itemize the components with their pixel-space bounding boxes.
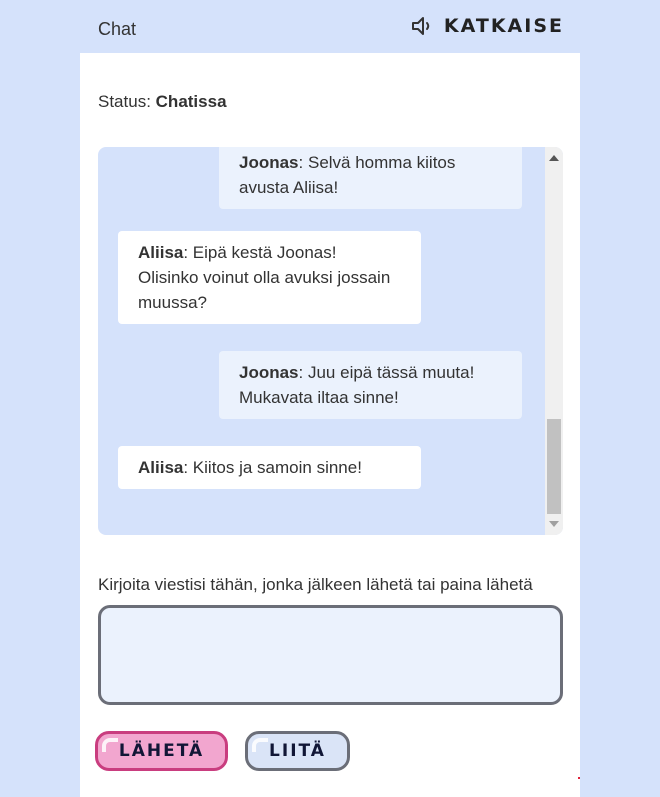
message-bubble: Joonas: Selvä homma kiitos avusta Aliisa…: [219, 147, 522, 209]
message-bubble: Aliisa: Kiitos ja samoin sinne!: [118, 446, 421, 489]
chat-panel: Chat KATKAISE Status: Chatissa Joonas: S…: [80, 0, 580, 797]
chat-body: Status: Chatissa Joonas: Selvä homma kii…: [80, 53, 580, 797]
scroll-up-arrow-icon[interactable]: [549, 155, 559, 161]
message-input[interactable]: [98, 605, 563, 705]
send-button-label: LÄHETÄ: [118, 741, 205, 761]
speaker-icon: [411, 17, 430, 35]
attach-button[interactable]: LIITÄ: [245, 731, 350, 771]
scroll-down-arrow-icon[interactable]: [549, 521, 559, 527]
message-bubble: Aliisa: Eipä kestä Joonas! Olisinko voin…: [118, 231, 421, 324]
message-sender: Joonas: [239, 363, 299, 382]
attach-button-label: LIITÄ: [269, 741, 326, 761]
cursor-marker: [578, 777, 580, 779]
status-label: Status:: [98, 92, 151, 111]
message-sender: Aliisa: [138, 458, 184, 477]
chat-header: Chat KATKAISE: [80, 0, 580, 53]
end-chat-button[interactable]: KATKAISE: [410, 12, 564, 40]
status-value: Chatissa: [155, 92, 227, 111]
message-sender: Aliisa: [138, 243, 184, 262]
send-button[interactable]: LÄHETÄ: [95, 731, 228, 771]
end-chat-label: KATKAISE: [443, 15, 564, 37]
message-sender: Joonas: [239, 153, 299, 172]
message-prompt: Kirjoita viestisi tähän, jonka jälkeen l…: [98, 575, 533, 594]
chat-title: Chat: [98, 19, 137, 39]
message-scrollbar[interactable]: [545, 147, 563, 535]
message-bubble: Joonas: Juu eipä tässä muuta! Mukavata i…: [219, 351, 522, 419]
message-text: : Kiitos ja samoin sinne!: [183, 458, 362, 477]
scroll-thumb[interactable]: [547, 419, 561, 514]
status-line: Status: Chatissa: [98, 92, 227, 112]
message-list[interactable]: Joonas: Selvä homma kiitos avusta Aliisa…: [98, 147, 563, 535]
